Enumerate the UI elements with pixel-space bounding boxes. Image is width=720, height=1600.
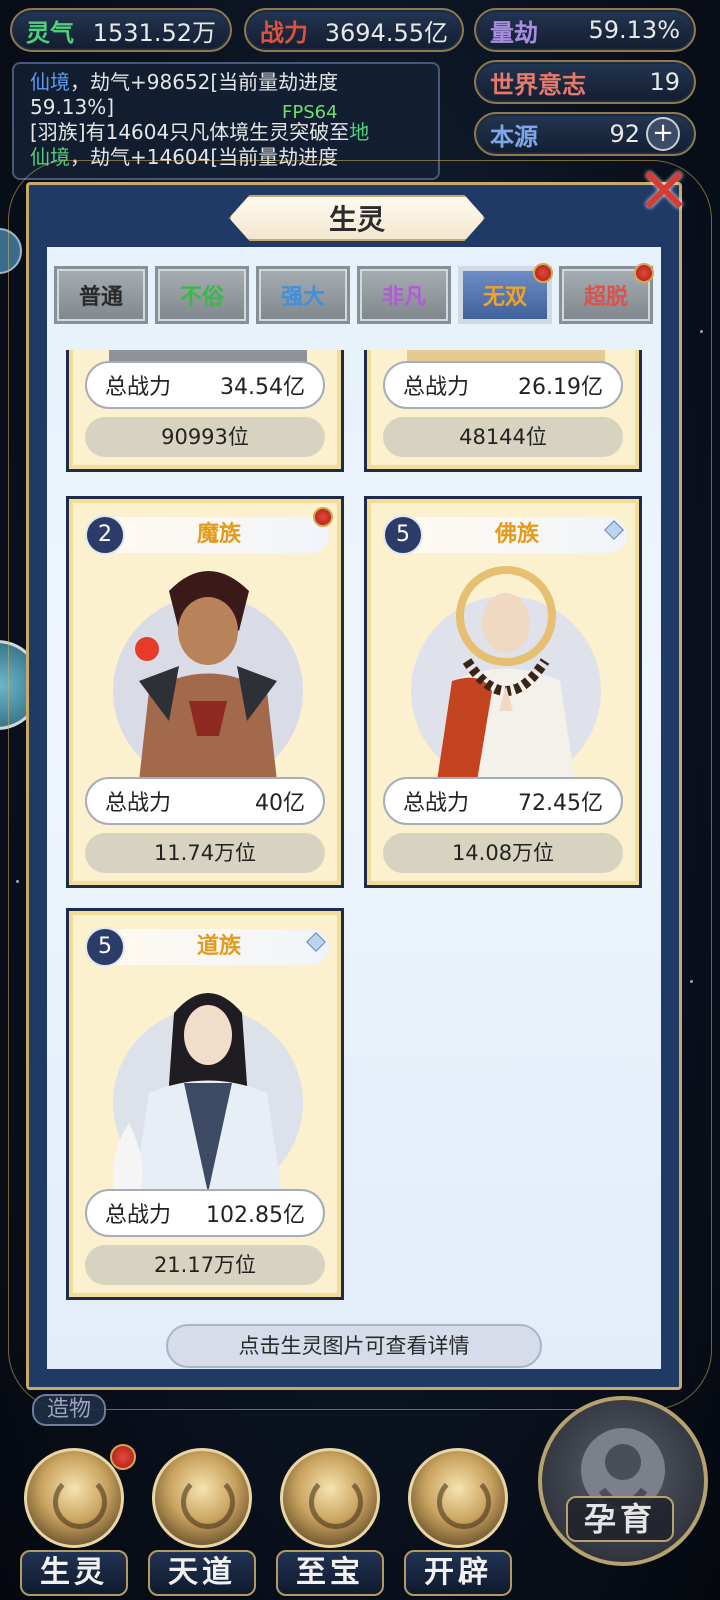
nav-shengling[interactable]: 生灵 bbox=[14, 1440, 136, 1600]
zhanli-stat: 战力 3694.55亿 bbox=[244, 8, 464, 52]
nav-label: 开辟 bbox=[404, 1550, 512, 1596]
total-power-pill: 总战力 34.54亿 bbox=[85, 361, 325, 409]
creature-portrait[interactable] bbox=[407, 561, 605, 781]
tab-chaotuo[interactable]: 超脱 bbox=[559, 263, 654, 324]
fps-counter: FPS64 bbox=[282, 102, 338, 123]
rank-pill: 90993位 bbox=[85, 417, 325, 457]
benyuan-label: 本源 bbox=[490, 121, 538, 151]
notification-dot-icon bbox=[533, 263, 553, 283]
tab-putong[interactable]: 普通 bbox=[54, 266, 148, 324]
shengling-emblem-icon bbox=[24, 1448, 124, 1548]
nav-label: 生灵 bbox=[20, 1550, 128, 1596]
creature-card-daozu[interactable]: 道族 5 总战力 102.85亿 21.17万位 bbox=[66, 908, 344, 1300]
zhanli-value: 3694.55亿 bbox=[324, 18, 448, 47]
tiandao-emblem-icon bbox=[152, 1448, 252, 1548]
benyuan-stat: 本源 92 + bbox=[474, 112, 696, 156]
level-badge: 2 bbox=[85, 515, 125, 555]
creature-card-fozu[interactable]: 佛族 5 总战力 72.45亿 14.08万位 bbox=[364, 496, 642, 888]
total-power-pill: 总战力 40亿 bbox=[85, 777, 325, 825]
rank-pill: 21.17万位 bbox=[85, 1245, 325, 1285]
notification-dot-icon bbox=[634, 263, 654, 283]
kaipi-emblem-icon bbox=[408, 1448, 508, 1548]
nav-label: 天道 bbox=[148, 1550, 256, 1596]
liangjie-stat: 量劫 59.13% bbox=[474, 8, 696, 52]
creature-list[interactable]: 总战力 34.54亿 90993位 总战力 26.19亿 48144位 魔族 2 bbox=[44, 350, 662, 1310]
detail-hint: 点击生灵图片可查看详情 bbox=[166, 1324, 542, 1368]
creature-card[interactable]: 总战力 26.19亿 48144位 bbox=[364, 350, 642, 472]
shijie-value: 19 bbox=[649, 68, 680, 96]
notification-dot-icon bbox=[110, 1444, 136, 1470]
monk-portrait-icon bbox=[411, 566, 601, 781]
lingqi-stat: 灵气 1531.52万 bbox=[10, 8, 232, 52]
liangjie-label: 量劫 bbox=[490, 17, 538, 47]
modal-title: 生灵 bbox=[229, 195, 485, 241]
tab-busu[interactable]: 不俗 bbox=[155, 266, 249, 324]
log-line: 仙境，劫气+14604[当前量劫进度 bbox=[30, 145, 339, 169]
zhibao-emblem-icon bbox=[280, 1448, 380, 1548]
tab-wushuang[interactable]: 无双 bbox=[458, 263, 553, 324]
nav-zhibao[interactable]: 至宝 bbox=[270, 1440, 390, 1600]
creature-card[interactable]: 总战力 34.54亿 90993位 bbox=[66, 350, 344, 472]
lingqi-value: 1531.52万 bbox=[92, 18, 216, 47]
log-line: 59.13%] bbox=[30, 95, 115, 119]
total-power-pill: 总战力 26.19亿 bbox=[383, 361, 623, 409]
zaowu-button[interactable]: 造物 bbox=[32, 1394, 106, 1426]
lingqi-label: 灵气 bbox=[26, 17, 74, 47]
total-power-pill: 总战力 72.45亿 bbox=[383, 777, 623, 825]
rank-pill: 14.08万位 bbox=[383, 833, 623, 873]
creature-portrait[interactable] bbox=[109, 561, 307, 781]
demon-portrait-icon bbox=[113, 571, 303, 781]
rank-pill: 48144位 bbox=[383, 417, 623, 457]
event-log: 仙境，劫气+98652[当前量劫进度 59.13%] [羽族]有14604只凡体… bbox=[12, 62, 440, 180]
close-icon[interactable]: ✕ bbox=[634, 160, 694, 224]
zhanli-label: 战力 bbox=[260, 17, 308, 47]
level-badge: 5 bbox=[383, 515, 423, 555]
creature-portrait[interactable] bbox=[109, 973, 307, 1193]
benyuan-value: 92 bbox=[609, 120, 640, 148]
taoist-portrait-icon bbox=[113, 993, 303, 1193]
creature-card-mozu[interactable]: 魔族 2 总战力 40亿 11.74万位 bbox=[66, 496, 344, 888]
log-line: 仙境，劫气+98652[当前量劫进度 bbox=[30, 70, 339, 94]
rarity-tabs: 普通 不俗 强大 非凡 无双 超脱 bbox=[54, 263, 654, 324]
race-name: 佛族 bbox=[407, 517, 627, 553]
rank-pill: 11.74万位 bbox=[85, 833, 325, 873]
race-name: 道族 bbox=[109, 929, 329, 965]
nav-kaipi[interactable]: 开辟 bbox=[398, 1440, 518, 1600]
shijie-stat[interactable]: 世界意志 19 bbox=[474, 60, 696, 104]
total-power-pill: 总战力 102.85亿 bbox=[85, 1189, 325, 1237]
tab-qiangda[interactable]: 强大 bbox=[256, 266, 350, 324]
nav-label: 至宝 bbox=[276, 1550, 384, 1596]
log-line: [羽族]有14604只凡体境生灵突破至地 bbox=[30, 120, 370, 144]
shijie-label: 世界意志 bbox=[490, 69, 586, 99]
nav-tiandao[interactable]: 天道 bbox=[142, 1440, 262, 1600]
notification-dot-icon bbox=[313, 507, 333, 527]
side-shortcut-button[interactable] bbox=[0, 228, 22, 274]
race-name: 魔族 bbox=[109, 517, 329, 553]
tab-feifan[interactable]: 非凡 bbox=[357, 266, 451, 324]
add-benyuan-button[interactable]: + bbox=[646, 117, 680, 151]
level-badge: 5 bbox=[85, 927, 125, 967]
liangjie-value: 59.13% bbox=[588, 16, 680, 44]
yunyu-label: 孕育 bbox=[566, 1496, 674, 1542]
